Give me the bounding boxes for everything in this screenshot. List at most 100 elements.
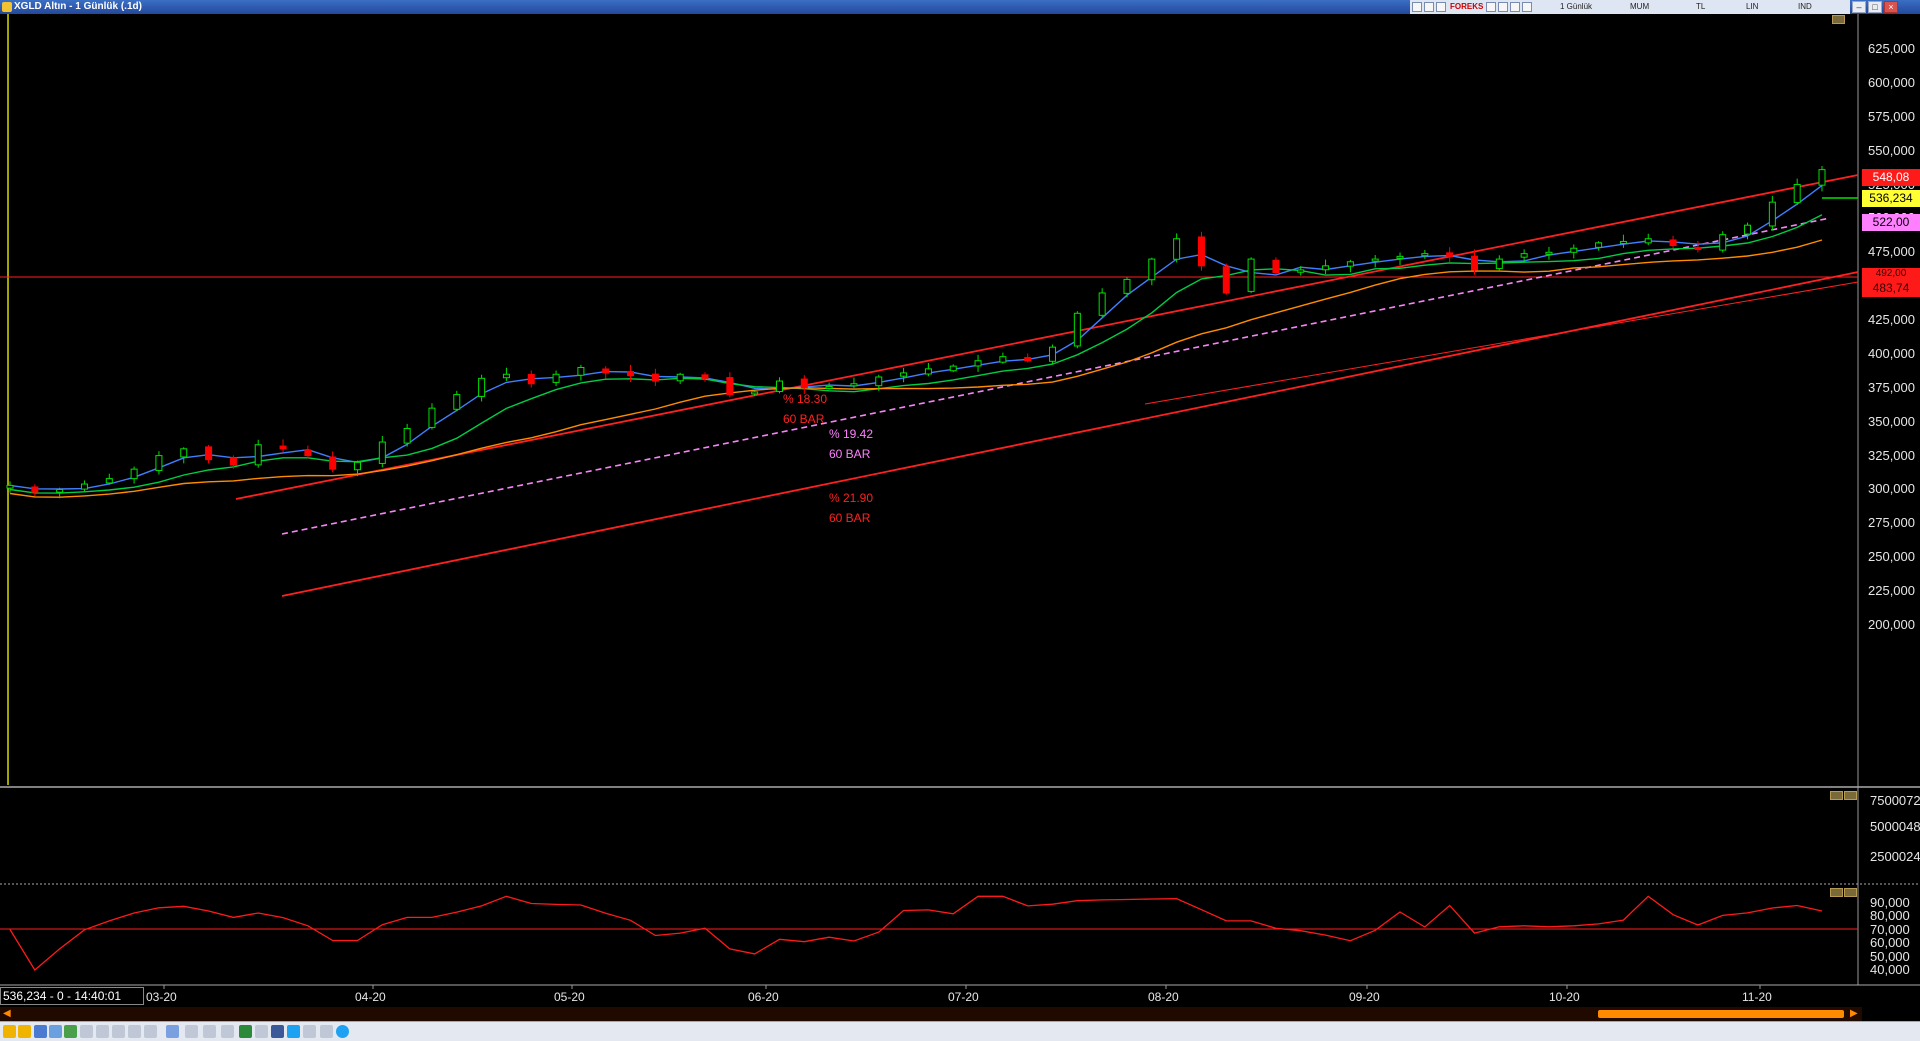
mail-icon[interactable] <box>255 1025 268 1038</box>
candle-up <box>676 373 684 382</box>
tweet-icon[interactable] <box>336 1025 349 1038</box>
facebook-icon[interactable] <box>271 1025 284 1038</box>
candle-up <box>1818 169 1826 186</box>
candle-up <box>502 373 510 379</box>
candle-up <box>80 483 88 490</box>
forward-icon[interactable] <box>18 1025 31 1038</box>
candle-down <box>627 370 635 377</box>
back-icon[interactable] <box>3 1025 16 1038</box>
candle-up <box>825 385 833 389</box>
panel-close-button[interactable] <box>1844 888 1857 897</box>
candle-up <box>1049 346 1057 362</box>
date-tick-label: 03-20 <box>146 990 177 1004</box>
candle-down <box>701 374 709 379</box>
twitter-icon[interactable] <box>287 1025 300 1038</box>
link-icon[interactable] <box>320 1025 333 1038</box>
save-icon[interactable] <box>185 1025 198 1038</box>
last-price-box: 536,234 <box>1862 190 1920 207</box>
candle-down <box>527 374 535 385</box>
chart-scrollbar[interactable]: ◀ ▶ <box>0 1007 1862 1021</box>
candle-up <box>1297 269 1305 273</box>
candle-down <box>651 373 659 382</box>
upper-channel-bars: 60 BAR <box>783 412 825 426</box>
candle-up <box>1619 240 1627 244</box>
date-tick-label: 07-20 <box>948 990 979 1004</box>
price-tick-label: 550,000 <box>1868 142 1915 158</box>
candle-up <box>130 468 138 480</box>
rsi-tick-label: 40,000 <box>1870 962 1910 977</box>
candle-up <box>850 383 858 387</box>
candle-down <box>1470 255 1478 271</box>
candle-up <box>552 373 560 383</box>
candle-up <box>1595 242 1603 248</box>
excel-icon[interactable] <box>239 1025 252 1038</box>
candle-up <box>1793 184 1801 204</box>
date-tick-label: 08-20 <box>1148 990 1179 1004</box>
price-tick-label: 425,000 <box>1868 312 1915 328</box>
candle-up <box>1570 247 1578 253</box>
price-tick-label: 225,000 <box>1868 583 1915 599</box>
candle-down <box>1694 246 1702 250</box>
scroll-right-icon[interactable]: ▶ <box>1850 1008 1858 1019</box>
template-icon[interactable] <box>96 1025 109 1038</box>
export-image-icon[interactable] <box>221 1025 234 1038</box>
volume-tick-label: 7500072 <box>1870 793 1920 808</box>
price-tick-label: 350,000 <box>1868 413 1915 429</box>
upper-channel-price-box: 548,08 <box>1862 169 1920 186</box>
volume-tick-label: 2500024 <box>1870 849 1920 864</box>
panel-minimize-button[interactable] <box>1830 791 1843 800</box>
date-tick-label: 04-20 <box>355 990 386 1004</box>
settings-icon[interactable] <box>80 1025 93 1038</box>
candle-down <box>726 377 734 396</box>
candle-up <box>1421 253 1429 257</box>
candle-up <box>1123 278 1131 294</box>
chart-icon[interactable] <box>49 1025 62 1038</box>
candle-up <box>1744 224 1752 235</box>
share-icon[interactable] <box>303 1025 316 1038</box>
candle-up <box>1719 234 1727 251</box>
scroll-left-icon[interactable]: ◀ <box>3 1008 11 1019</box>
panel-close-button[interactable] <box>1844 791 1857 800</box>
candle-up <box>1346 261 1354 267</box>
mid-line-pct: % 19.42 <box>829 427 874 441</box>
candle-down <box>304 449 312 457</box>
mid-line-price-box: 522,00 <box>1862 214 1920 231</box>
candle-up <box>6 484 14 489</box>
candle-up <box>875 376 883 387</box>
candle-up <box>949 365 957 372</box>
candle-down <box>1024 357 1032 362</box>
price-chart[interactable] <box>0 0 1920 1007</box>
price-tick-label: 200,000 <box>1868 617 1915 632</box>
volume-tick-label: 5000048 <box>1870 819 1920 834</box>
scroll-thumb[interactable] <box>1598 1010 1844 1018</box>
candle-up <box>1545 251 1553 255</box>
candle-down <box>279 445 287 450</box>
print-icon[interactable] <box>203 1025 216 1038</box>
panel-maximize-button[interactable] <box>1832 15 1845 24</box>
crosshair-readout: 536,234 - 0 - 14:40:01 <box>0 987 144 1005</box>
date-tick-label: 09-20 <box>1349 990 1380 1004</box>
price-tick-label: 600,000 <box>1868 74 1915 90</box>
new-icon[interactable] <box>64 1025 77 1038</box>
candle-up <box>478 377 486 397</box>
candle-up <box>1396 255 1404 259</box>
grid-icon[interactable] <box>112 1025 125 1038</box>
layout-icon[interactable] <box>128 1025 141 1038</box>
candle-up <box>751 391 759 395</box>
candle-up <box>1322 265 1330 271</box>
candle-up <box>155 455 163 472</box>
price-tick-label: 300,000 <box>1868 481 1915 497</box>
candle-down <box>329 456 337 470</box>
candle-down <box>1222 266 1230 294</box>
candle-up <box>354 461 362 471</box>
candle-down <box>1669 239 1677 247</box>
window-icon[interactable] <box>144 1025 157 1038</box>
candle-down <box>205 446 213 461</box>
candle-up <box>403 427 411 444</box>
candle-up <box>577 366 585 376</box>
candle-up <box>378 441 386 464</box>
horizontal-line-price-box-2: 483,74 <box>1862 280 1920 297</box>
zoom-icon[interactable] <box>34 1025 47 1038</box>
copy-icon[interactable] <box>166 1025 179 1038</box>
panel-minimize-button[interactable] <box>1830 888 1843 897</box>
